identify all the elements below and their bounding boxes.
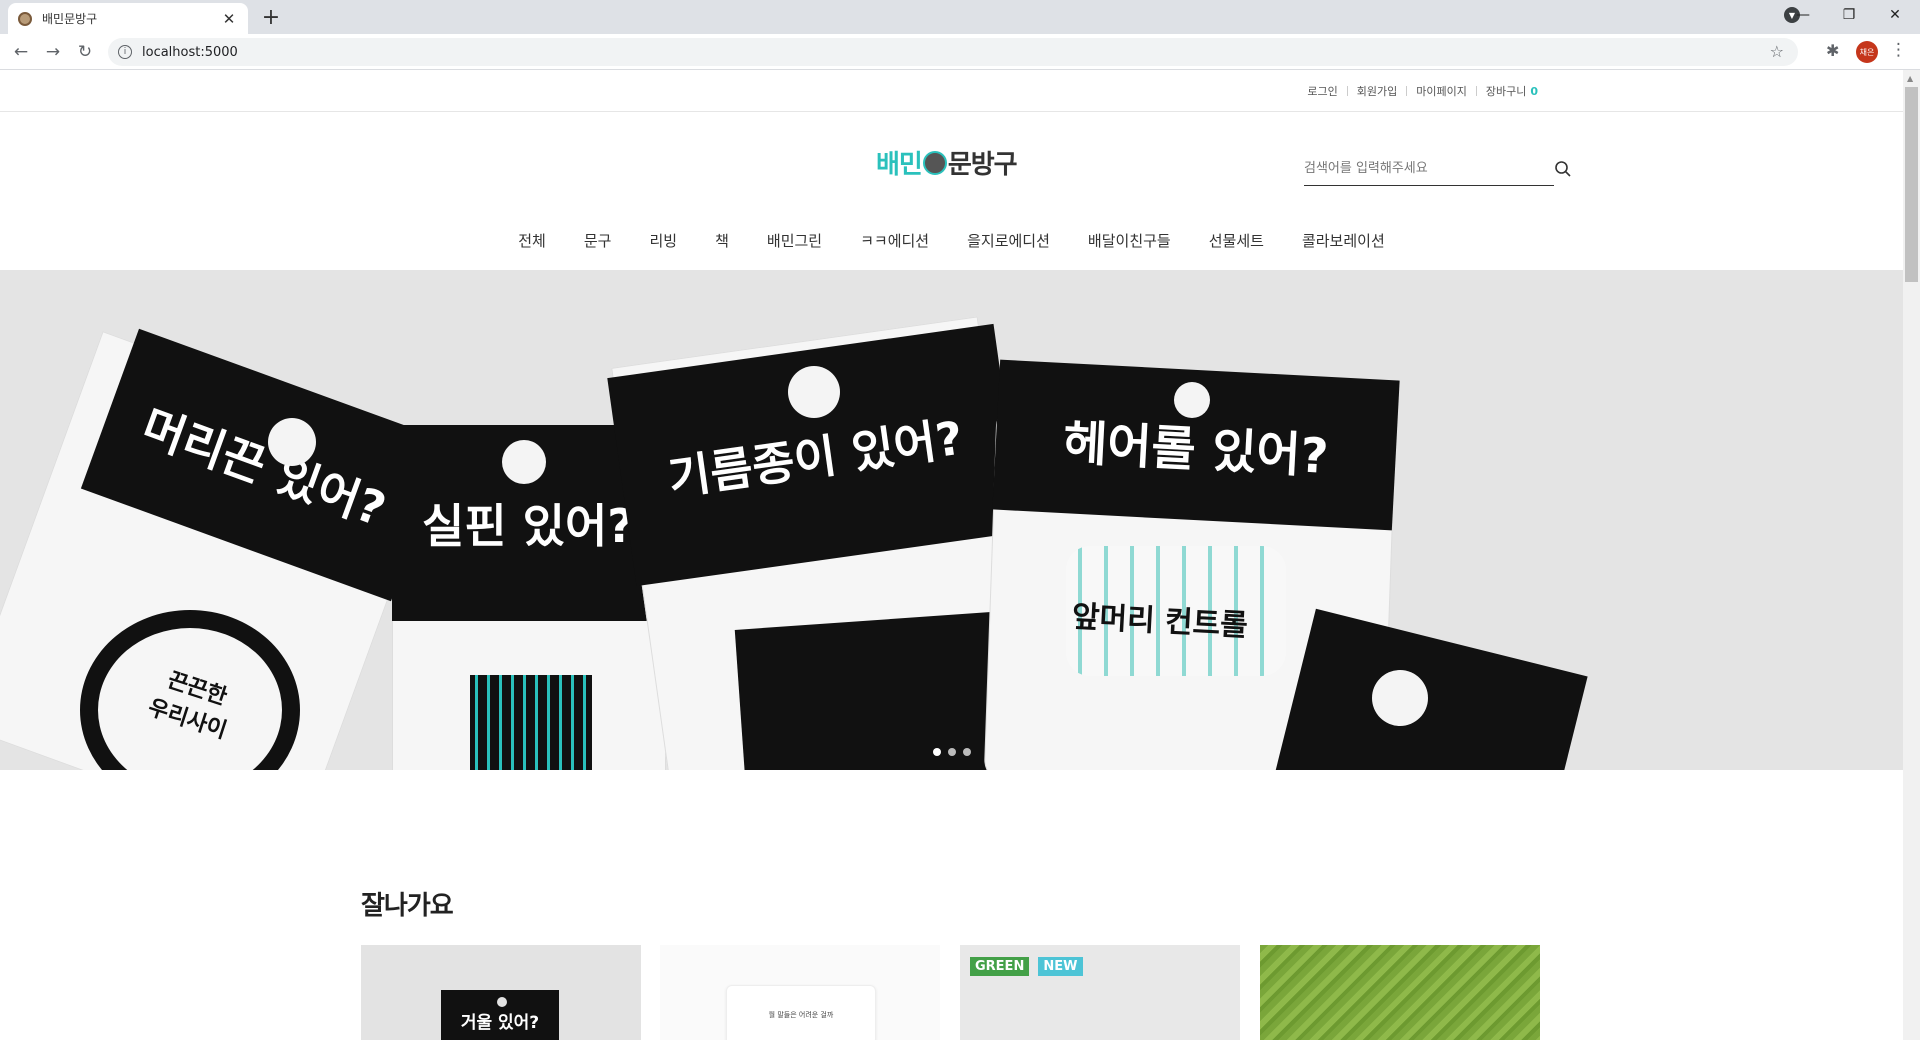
bookmark-star-icon[interactable]: ☆	[1770, 42, 1784, 61]
carousel-dot[interactable]	[947, 748, 956, 756]
divider	[1406, 86, 1408, 96]
nav-item-books[interactable]: 책	[715, 230, 729, 251]
nav-item-kk-edition[interactable]: ㅋㅋ에디션	[860, 230, 929, 251]
nav-item-stationery[interactable]: 문구	[584, 230, 612, 251]
search-box	[1304, 154, 1571, 186]
tab-close-icon[interactable]: ✕	[220, 10, 238, 28]
nav-item-all[interactable]: 전체	[518, 230, 546, 251]
logo-text-part1: 배민	[876, 150, 923, 180]
divider	[1475, 86, 1477, 96]
product-card-dark	[1272, 608, 1588, 770]
hero-sticker-text: 앞머리 컨트롤	[1071, 599, 1249, 644]
url-text[interactable]: localhost:5000	[142, 45, 238, 60]
site-logo[interactable]: 배민 문방구	[876, 144, 1018, 181]
login-link[interactable]: 로그인	[1307, 83, 1337, 99]
tab-title: 배민문방구	[42, 12, 98, 26]
utility-links: 로그인 회원가입 마이페이지 장바구니 0	[1307, 83, 1538, 99]
back-icon[interactable]: ←	[10, 41, 32, 63]
hang-hole	[268, 418, 316, 466]
product-thumbnail[interactable]	[1260, 945, 1540, 1040]
omnibox[interactable]: i localhost:5000 ☆	[108, 38, 1798, 66]
reload-icon[interactable]: ↻	[74, 41, 96, 63]
minimize-button[interactable]: —	[1780, 0, 1826, 30]
nav-item-baemin-green[interactable]: 배민그린	[767, 230, 822, 251]
cart-count-badge: 0	[1530, 84, 1538, 98]
site-info-icon[interactable]: i	[118, 45, 132, 59]
page-scrollbar[interactable]: ▲	[1903, 70, 1920, 1040]
new-badge: NEW	[1038, 957, 1083, 976]
product-thumbnail[interactable]: GREEN NEW	[960, 945, 1240, 1040]
nav-item-baedal-friends[interactable]: 배달이친구들	[1088, 230, 1171, 251]
page: 로그인 회원가입 마이페이지 장바구니 0 배민 문방구 전체 문구 리빙 책 …	[0, 70, 1903, 1040]
search-icon[interactable]	[1554, 160, 1572, 178]
extensions-icon[interactable]: ✱	[1826, 41, 1839, 60]
product-thumbnail[interactable]: 월 말들은 어려운 걸까	[660, 945, 940, 1040]
nav-item-collaboration[interactable]: 콜라보레이션	[1302, 230, 1385, 251]
main-navigation: 전체 문구 리빙 책 배민그린 ㅋㅋ에디션 을지로에디션 배달이친구들 선물세트…	[0, 230, 1903, 251]
hang-hole	[788, 366, 840, 418]
badge-group: GREEN NEW	[970, 955, 1087, 976]
browser-tab-strip: 배민문방구 ✕ + ▼ — ❐ ✕	[0, 0, 1920, 34]
signup-link[interactable]: 회원가입	[1357, 83, 1397, 99]
nav-item-gift-set[interactable]: 선물세트	[1209, 230, 1264, 251]
carousel-dots	[0, 748, 1903, 756]
section-title: 잘나가요	[361, 891, 454, 921]
green-badge: GREEN	[970, 957, 1030, 976]
utility-bar: 로그인 회원가입 마이페이지 장바구니 0	[0, 70, 1903, 112]
divider	[1346, 86, 1348, 96]
carousel-dot[interactable]	[932, 748, 941, 756]
hero-banner[interactable]: 머리끈 있어? 끈끈한 우리사이 실핀 있어? 기름종이 있어? 헤어롤 있어?…	[0, 270, 1903, 770]
cart-link[interactable]: 장바구니	[1486, 83, 1526, 99]
hang-hole	[1372, 670, 1428, 726]
hang-hole	[1174, 382, 1210, 418]
scroll-up-icon[interactable]: ▲	[1907, 74, 1913, 83]
new-tab-button[interactable]: +	[260, 5, 282, 30]
browser-menu-icon[interactable]: ⋮	[1890, 40, 1907, 60]
close-window-button[interactable]: ✕	[1872, 0, 1918, 30]
oil-paper-image	[734, 610, 1026, 770]
logo-text-part2: 문방구	[947, 150, 1018, 180]
product-thumbnail[interactable]: 거울 있어?	[361, 945, 641, 1040]
restore-button[interactable]: ❐	[1826, 0, 1872, 30]
product-caption: 월 말들은 어려운 걸까	[726, 985, 876, 1040]
hang-hole	[502, 440, 546, 484]
scroll-thumb[interactable]	[1905, 87, 1918, 282]
profile-avatar[interactable]: 채은	[1856, 41, 1878, 63]
favicon-icon	[18, 11, 32, 26]
browser-tab[interactable]: 배민문방구 ✕	[8, 3, 248, 34]
nav-item-euljiro-edition[interactable]: 을지로에디션	[967, 230, 1050, 251]
address-toolbar: ← → ↻ i localhost:5000 ☆	[0, 34, 1920, 70]
logo-mark-icon	[922, 150, 947, 175]
forward-icon[interactable]: →	[42, 41, 64, 63]
nav-item-living[interactable]: 리빙	[649, 230, 677, 251]
search-input[interactable]	[1304, 154, 1524, 182]
mypage-link[interactable]: 마이페이지	[1416, 83, 1467, 99]
hang-hole	[497, 997, 507, 1007]
carousel-dot[interactable]	[962, 748, 971, 756]
